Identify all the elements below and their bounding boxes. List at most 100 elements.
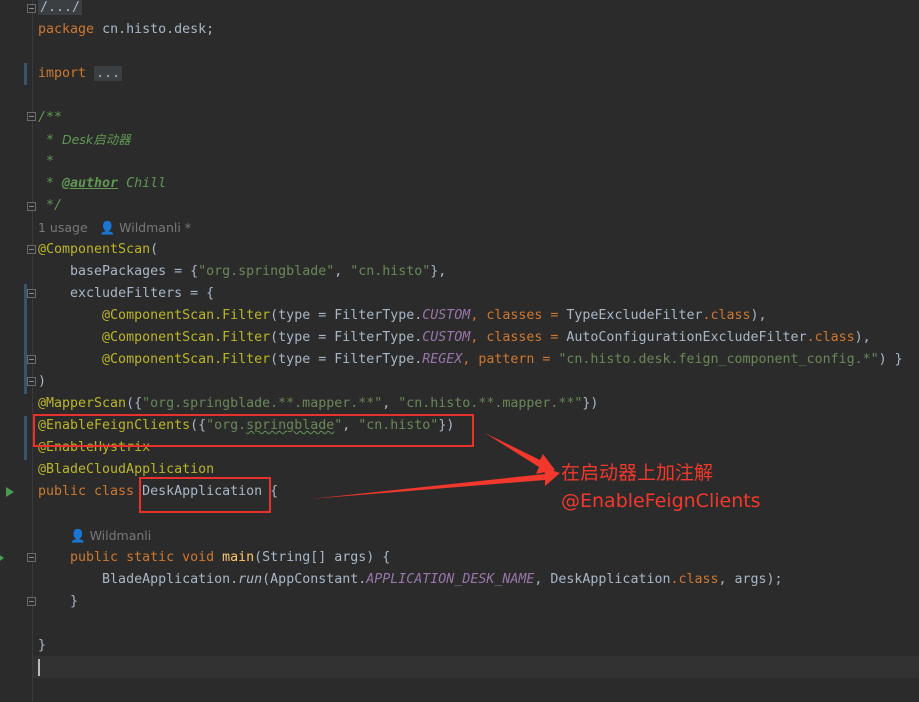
- code-line: @ComponentScan.Filter(type = FilterType.…: [38, 327, 871, 349]
- annotation: @ComponentScan.Filter: [102, 308, 271, 323]
- fold-toggle-icon[interactable]: [27, 289, 36, 298]
- annotation: @ComponentScan.Filter: [102, 330, 271, 345]
- doc-comment: *: [38, 176, 63, 191]
- keyword: .class: [702, 308, 751, 323]
- package-name: cn.histo.desk;: [102, 22, 215, 37]
- constant: APPLICATION_DESK_NAME: [366, 572, 535, 587]
- punct: }): [582, 396, 599, 411]
- fold-toggle-icon[interactable]: [27, 377, 36, 386]
- author-hint[interactable]: Wildmanli *: [119, 220, 191, 235]
- fold-toggle-icon[interactable]: [27, 553, 36, 562]
- folded-region[interactable]: /.../: [38, 0, 83, 15]
- punct: ),: [750, 308, 767, 323]
- string-literal: "cn.histo.desk.feign_component_config.*": [558, 352, 879, 367]
- keyword: package: [38, 22, 95, 37]
- usage-count-hint[interactable]: 1 usage: [38, 220, 88, 235]
- callout-line-1: 在启动器上加注解: [561, 462, 714, 484]
- annotation: @ComponentScan.Filter: [102, 352, 271, 367]
- author-hint[interactable]: Wildmanli: [90, 528, 152, 543]
- code-text: , args);: [718, 572, 783, 587]
- enum-constant: CUSTOM: [422, 308, 471, 323]
- code-line: }: [38, 635, 46, 657]
- annotation: @BladeCloudApplication: [38, 462, 215, 477]
- code-text: , DeskApplication: [534, 572, 671, 587]
- fold-toggle-icon[interactable]: [27, 355, 36, 364]
- code-line: */: [38, 195, 62, 217]
- code-line: @ComponentScan.Filter(type = FilterType.…: [38, 349, 903, 371]
- folded-imports[interactable]: ...: [94, 66, 123, 81]
- code-text: , classes =: [470, 308, 567, 323]
- keyword: .class: [670, 572, 719, 587]
- method-name: run: [238, 572, 263, 587]
- class-name: AutoConfigurationExcludeFilter: [566, 330, 807, 345]
- code-text: (type = FilterType.: [270, 330, 423, 345]
- code-line: BladeApplication.run(AppConstant.APPLICA…: [38, 569, 783, 591]
- fold-toggle-icon[interactable]: [27, 4, 36, 13]
- doc-comment: Desk启动器: [62, 132, 131, 147]
- code-text: basePackages = {: [70, 264, 199, 279]
- code-line: *: [38, 151, 54, 173]
- run-class-icon[interactable]: [6, 487, 14, 497]
- user-icon: 👤: [70, 528, 86, 543]
- code-text: BladeApplication.: [102, 572, 239, 587]
- code-text: (String[] args) {: [254, 550, 391, 565]
- code-line: * @author Chill: [38, 173, 166, 195]
- keyword: .class: [806, 330, 855, 345]
- string-literal: "org.springblade.**.mapper.**": [142, 396, 383, 411]
- keyword: import: [38, 66, 87, 81]
- code-text: , pattern =: [462, 352, 559, 367]
- user-icon: 👤: [99, 220, 116, 235]
- run-main-icon[interactable]: [0, 553, 4, 563]
- callout-line-2: @EnableFeignClients: [561, 490, 761, 512]
- keyword: public static void: [70, 550, 223, 565]
- annotation: @MapperScan: [38, 396, 127, 411]
- doc-comment: *: [38, 154, 55, 169]
- code-editor[interactable]: /.../ package cn.histo.desk; import ... …: [0, 0, 919, 702]
- punct: ),: [854, 330, 871, 345]
- highlight-box-enable-feign: [33, 414, 474, 447]
- code-text: (type = FilterType.: [270, 308, 423, 323]
- change-marker: [24, 416, 27, 460]
- text-caret: [38, 659, 40, 676]
- enum-constant: REGEX: [422, 352, 463, 367]
- string-literal: "cn.histo.**.mapper.**": [398, 396, 583, 411]
- fold-toggle-icon[interactable]: [27, 202, 36, 211]
- string-literal: "cn.histo": [350, 264, 431, 279]
- current-line-highlight: [33, 656, 919, 678]
- string-literal: "org.springblade": [198, 264, 335, 279]
- inlay-hints[interactable]: 1 usage 👤 Wildmanli *: [38, 217, 191, 239]
- annotation: @ComponentScan: [38, 242, 151, 257]
- code-line: /**: [38, 107, 62, 129]
- punct: }: [70, 594, 79, 609]
- code-line: @ComponentScan(: [38, 239, 158, 261]
- punct: ,: [382, 396, 399, 411]
- fold-toggle-icon[interactable]: [27, 597, 36, 606]
- class-name: TypeExcludeFilter: [566, 308, 703, 323]
- doc-comment: /**: [38, 110, 63, 125]
- punct: (: [150, 242, 159, 257]
- code-text: (AppConstant.: [262, 572, 367, 587]
- doc-comment: *: [38, 133, 63, 148]
- code-line: @MapperScan({"org.springblade.**.mapper.…: [38, 393, 598, 415]
- inlay-hints[interactable]: 👤 Wildmanli: [70, 525, 151, 547]
- doc-author-tag: @author: [62, 176, 119, 191]
- punct: ({: [126, 396, 143, 411]
- code-text: excludeFilters = {: [70, 286, 215, 301]
- enum-constant: CUSTOM: [422, 330, 471, 345]
- code-line: import ...: [38, 63, 123, 85]
- code-text: , classes =: [470, 330, 567, 345]
- fold-toggle-icon[interactable]: [27, 245, 36, 254]
- change-marker: [24, 63, 27, 85]
- code-line: ): [38, 371, 46, 393]
- code-line: package cn.histo.desk;: [38, 19, 214, 41]
- fold-toggle-icon[interactable]: [27, 112, 36, 121]
- punct: ): [38, 374, 47, 389]
- method-name: main: [222, 550, 255, 565]
- code-line: * Desk启动器: [38, 129, 131, 151]
- highlight-box-class-name: [139, 477, 271, 513]
- punct: },: [430, 264, 447, 279]
- code-line: basePackages = {"org.springblade", "cn.h…: [38, 261, 446, 283]
- doc-comment: Chill: [118, 176, 167, 191]
- code-line: excludeFilters = {: [38, 283, 214, 305]
- code-line: /.../: [38, 0, 83, 19]
